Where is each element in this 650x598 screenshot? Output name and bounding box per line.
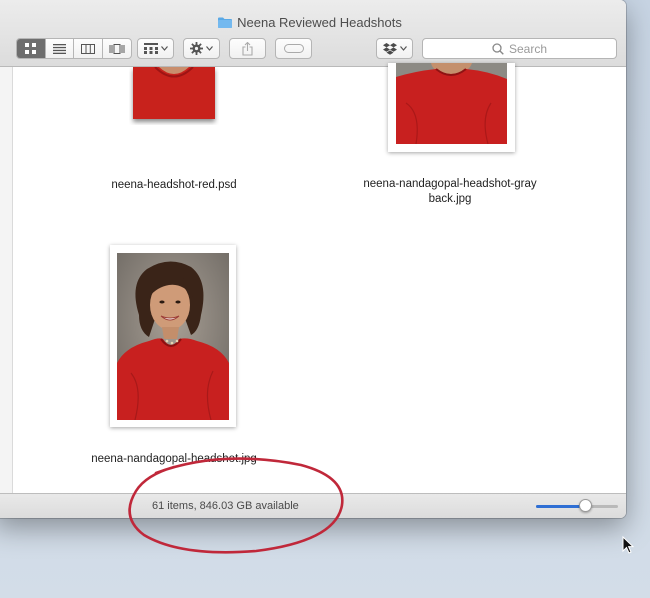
- file-item[interactable]: neena-nandagopal-headshot-gray back.jpg: [340, 63, 560, 217]
- dropbox-button[interactable]: [376, 38, 413, 59]
- psd-photo-thumbnail: [133, 66, 215, 119]
- chevron-down-icon: [399, 46, 407, 51]
- columns-icon: [80, 43, 95, 54]
- annotation-circle: [128, 457, 344, 554]
- title-bar[interactable]: Neena Reviewed Headshots Search: [0, 0, 626, 67]
- mouse-pointer-icon: [622, 536, 635, 554]
- cover-flow-icon: [109, 43, 125, 54]
- sidebar-edge: [0, 67, 13, 493]
- list-view-button[interactable]: [46, 39, 74, 58]
- arrange-grid-icon: [143, 43, 158, 54]
- finder-window: Neena Reviewed Headshots Search neena-he…: [0, 0, 626, 518]
- share-button[interactable]: [229, 38, 266, 59]
- action-button[interactable]: [183, 38, 220, 59]
- file-icon-grid[interactable]: neena-headshot-red.psd neena-nandagopal-…: [14, 63, 626, 493]
- search-field[interactable]: Search: [422, 38, 617, 59]
- file-name-line: back.jpg: [428, 193, 472, 205]
- view-mode-control[interactable]: [16, 38, 132, 59]
- tag-icon: [283, 44, 304, 53]
- chevron-down-icon: [206, 46, 213, 51]
- gear-icon: [190, 42, 203, 55]
- file-name-line: neena-nandagopal-headshot-gray: [363, 178, 537, 190]
- file-name: neena-headshot-red.psd: [111, 179, 237, 191]
- headshot-photo: [117, 253, 229, 420]
- search-placeholder: Search: [508, 41, 548, 56]
- icon-size-slider-knob[interactable]: [579, 499, 593, 512]
- column-view-button[interactable]: [74, 39, 103, 58]
- icon-size-slider[interactable]: [536, 505, 618, 508]
- folder-icon: [218, 17, 233, 28]
- file-thumbnail: [388, 63, 515, 152]
- window-title: Neena Reviewed Headshots: [0, 14, 626, 32]
- list-icon: [52, 43, 66, 54]
- cover-flow-view-button[interactable]: [103, 39, 131, 58]
- arrange-button[interactable]: [137, 38, 174, 59]
- file-item[interactable]: neena-nandagopal-headshot.jpg: [54, 237, 294, 472]
- search-icon: [492, 42, 504, 55]
- icon-view-button[interactable]: [17, 39, 46, 58]
- icon-grid-icon: [25, 43, 37, 54]
- share-icon: [242, 41, 253, 56]
- window-title-text: Neena Reviewed Headshots: [237, 15, 402, 30]
- gray-back-photo: [396, 63, 507, 144]
- file-thumbnail: [110, 245, 236, 427]
- tag-button[interactable]: [275, 38, 312, 59]
- icon-size-slider-fill: [536, 505, 586, 508]
- file-thumbnail: [129, 66, 219, 122]
- chevron-down-icon: [160, 46, 168, 51]
- file-name: neena-nandagopal-headshot-gray back.jpg: [340, 177, 560, 207]
- file-item[interactable]: neena-headshot-red.psd: [74, 66, 274, 197]
- dropbox-icon: [382, 42, 397, 55]
